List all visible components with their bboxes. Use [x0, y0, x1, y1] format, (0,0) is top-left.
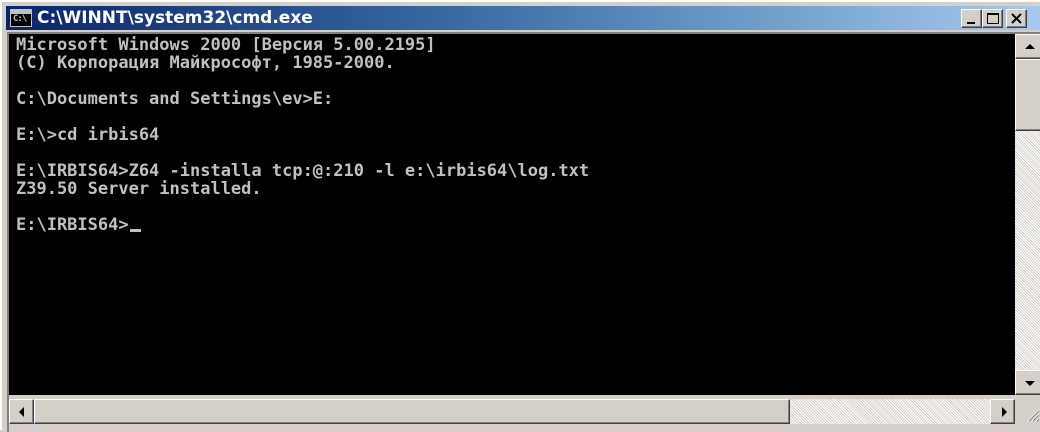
- console-output[interactable]: Microsoft Windows 2000 [Версия 5.00.2195…: [9, 34, 1015, 395]
- text-cursor: [129, 229, 141, 232]
- console-line: C:\Documents and Settings\ev>E:: [16, 89, 334, 109]
- console-icon[interactable]: C:\: [10, 9, 32, 27]
- vertical-scroll-thumb[interactable]: [1015, 59, 1040, 131]
- scroll-right-button[interactable]: [990, 399, 1015, 424]
- console-line: E:\IRBIS64>Z64 -installa tcp:@:210 -l e:…: [16, 161, 590, 181]
- console-icon-glyph: C:\: [13, 14, 27, 24]
- resize-grip-icon: [1027, 409, 1040, 422]
- console-line: (C) Корпорация Майкрософт, 1985-2000.: [16, 53, 395, 73]
- title-bar[interactable]: C:\ C:\WINNT\system32\cmd.exe: [6, 6, 1040, 30]
- horizontal-scroll-thumb[interactable]: [34, 399, 790, 424]
- console-line: E:\>cd irbis64: [16, 125, 160, 145]
- window-title: C:\WINNT\system32\cmd.exe: [37, 8, 313, 28]
- console-prompt: E:\IRBIS64>: [16, 215, 129, 235]
- close-button[interactable]: [1006, 9, 1027, 28]
- resize-grip[interactable]: [1015, 399, 1040, 424]
- console-line: Microsoft Windows 2000 [Версия 5.00.2195…: [16, 35, 436, 55]
- console-window: C:\ C:\WINNT\system32\cmd.exe Microsoft …: [0, 0, 1040, 432]
- arrow-down-icon: [1025, 381, 1035, 386]
- arrow-right-icon: [1002, 407, 1007, 417]
- scroll-down-button[interactable]: [1015, 370, 1040, 395]
- scroll-up-button[interactable]: [1015, 34, 1040, 59]
- maximize-button[interactable]: [982, 9, 1003, 28]
- horizontal-scrollbar[interactable]: [9, 399, 1015, 424]
- vertical-scrollbar[interactable]: [1015, 34, 1040, 395]
- console-prompt-line[interactable]: E:\IRBIS64>: [16, 216, 141, 234]
- arrow-left-icon: [19, 407, 24, 417]
- minimize-button[interactable]: [961, 9, 982, 28]
- scroll-left-button[interactable]: [9, 399, 34, 424]
- console-line: Z39.50 Server installed.: [16, 179, 262, 199]
- arrow-up-icon: [1025, 44, 1035, 49]
- close-icon: [1011, 13, 1022, 24]
